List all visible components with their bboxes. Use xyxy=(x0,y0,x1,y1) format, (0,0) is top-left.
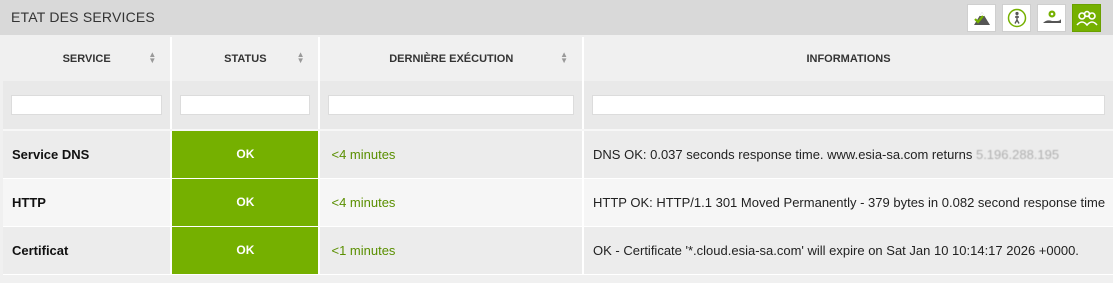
hand-gear-icon xyxy=(1042,10,1061,23)
group-button[interactable] xyxy=(1072,4,1101,32)
masked-ip: 5.196.288.195 xyxy=(975,146,1060,162)
table-row[interactable]: Certificat OK <1 minutes OK - Certificat… xyxy=(3,226,1113,275)
service-name: HTTP xyxy=(3,178,173,227)
sort-icon: ▲ ▼ xyxy=(296,50,305,65)
column-header-informations: INFORMATIONS xyxy=(583,37,1113,81)
group-icon xyxy=(1075,10,1098,26)
info-text: DNS OK: 0.037 seconds response time. www… xyxy=(593,146,976,162)
column-header-service[interactable]: SERVICE ▲ ▼ xyxy=(3,37,173,81)
info-text: HTTP OK: HTTP/1.1 301 Moved Permanently … xyxy=(583,178,1113,227)
service-name: Service DNS xyxy=(3,130,173,179)
toolbar xyxy=(967,4,1101,32)
person-button[interactable] xyxy=(1002,4,1031,32)
column-header-status[interactable]: STATUS ▲ ▼ xyxy=(171,37,321,81)
informations-filter-input[interactable] xyxy=(592,95,1105,115)
mountain-check-button[interactable] xyxy=(967,4,996,32)
status-badge: OK xyxy=(171,226,321,275)
services-table: SERVICE ▲ ▼ STATUS ▲ ▼ DERNIÈRE EXÉCUTION … xyxy=(3,37,1113,275)
service-name: Certificat xyxy=(3,226,173,275)
column-header-last-run[interactable]: DERNIÈRE EXÉCUTION ▲ ▼ xyxy=(319,37,585,81)
last-run-value: <1 minutes xyxy=(319,226,585,275)
sort-icon: ▲ ▼ xyxy=(148,50,157,65)
mountain-check-icon xyxy=(973,12,990,25)
service-filter-input[interactable] xyxy=(11,95,163,115)
table-row[interactable]: HTTP OK <4 minutes HTTP OK: HTTP/1.1 301… xyxy=(3,178,1113,227)
last-run-value: <4 minutes xyxy=(319,178,585,227)
last-run-filter-input[interactable] xyxy=(328,95,575,115)
info-text: OK - Certificate '*.cloud.esia-sa.com' w… xyxy=(583,226,1113,275)
table-row[interactable]: Service DNS OK <4 minutes DNS OK: 0.037 … xyxy=(3,130,1113,179)
sort-icon: ▲ ▼ xyxy=(560,50,569,65)
panel-title: ETAT DES SERVICES xyxy=(11,9,155,25)
status-filter-input[interactable] xyxy=(180,95,311,115)
last-run-value: <4 minutes xyxy=(319,130,585,179)
panel-header: ETAT DES SERVICES xyxy=(0,0,1113,35)
hand-gear-button[interactable] xyxy=(1037,4,1066,32)
status-badge: OK xyxy=(171,178,321,227)
services-panel: ETAT DES SERVICES SERVICE ▲ ▼ STATUS ▲ ▼… xyxy=(0,0,1113,283)
info-cell: DNS OK: 0.037 seconds response time. www… xyxy=(583,130,1113,179)
status-badge: OK xyxy=(171,130,321,179)
person-icon xyxy=(1007,8,1026,28)
